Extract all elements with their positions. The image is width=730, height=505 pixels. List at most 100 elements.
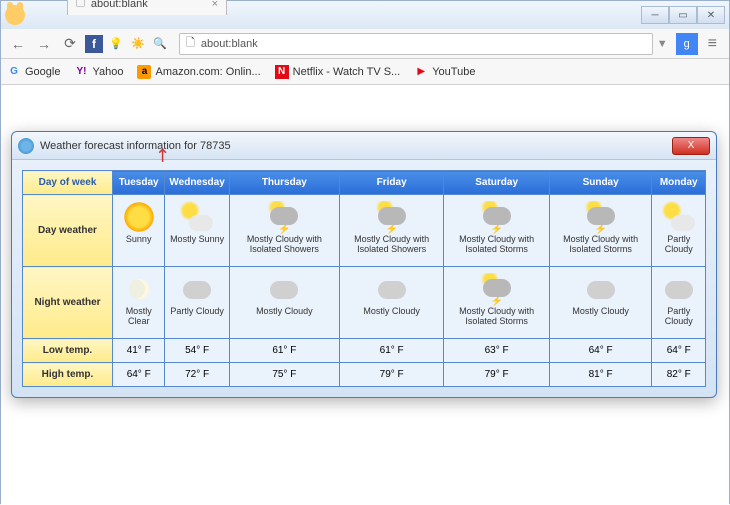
globe-icon: [18, 138, 34, 154]
storm-icon: [479, 273, 515, 305]
temp-cell: 63° F: [444, 339, 549, 363]
omnibox-dropdown-icon[interactable]: ▼: [657, 38, 668, 50]
bookmark-yahoo[interactable]: Y! Yahoo: [74, 65, 123, 79]
dialog-title: Weather forecast information for 78735: [40, 140, 231, 152]
browser-window: 🗋 about:blank × ─ ▭ ✕ ← → ⟳ f 💡 ☀️ 🔍 🗋 a…: [0, 0, 730, 504]
row-header: Day weather: [23, 195, 113, 267]
temp-cell: 72° F: [165, 363, 229, 387]
day-header: Friday: [339, 171, 444, 195]
weather-label: Mostly Cloudy with Isolated Showers: [232, 235, 337, 255]
facebook-extension-icon[interactable]: f: [85, 35, 103, 53]
weather-cell: Mostly Cloudy: [229, 267, 339, 339]
forward-button[interactable]: →: [33, 33, 55, 55]
page-icon: 🗋: [76, 0, 85, 13]
bookmark-netflix[interactable]: N Netflix - Watch TV S...: [275, 65, 401, 79]
storm-icon: [583, 201, 619, 233]
reload-button[interactable]: ⟳: [59, 33, 81, 55]
temp-cell: 79° F: [339, 363, 444, 387]
day-header: Sunday: [549, 171, 652, 195]
table-header-row: Day of week Tuesday Wednesday Thursday F…: [23, 171, 706, 195]
weather-label: Mostly Sunny: [167, 235, 226, 245]
storm-icon: [266, 201, 302, 233]
weather-extension-icon[interactable]: ☀️: [129, 35, 147, 53]
day-header: Saturday: [444, 171, 549, 195]
window-controls: ─ ▭ ✕: [641, 6, 725, 24]
weather-dialog: Weather forecast information for 78735 X…: [11, 131, 717, 398]
temp-cell: 81° F: [549, 363, 652, 387]
google-icon: G: [7, 65, 21, 79]
weather-cell: Mostly Cloudy with Isolated Storms: [444, 195, 549, 267]
netflix-icon: N: [275, 65, 289, 79]
address-value: about:blank: [201, 38, 258, 50]
corner-header: Day of week: [23, 171, 113, 195]
weather-label: Mostly Clear: [115, 307, 162, 327]
bookmark-label: Google: [25, 66, 60, 78]
day-weather-row: Day weather Sunny Mostly Sunny Mostly Cl…: [23, 195, 706, 267]
cloudy-icon: [266, 273, 302, 305]
weather-label: Partly Cloudy: [654, 235, 703, 255]
bookmark-label: Yahoo: [92, 66, 123, 78]
mostly-sunny-icon: [179, 201, 215, 233]
day-header: Wednesday: [165, 171, 229, 195]
weather-label: Partly Cloudy: [167, 307, 226, 317]
zoom-extension-icon[interactable]: 🔍: [151, 35, 169, 53]
close-window-button[interactable]: ✕: [697, 6, 725, 24]
high-temp-row: High temp. 64° F 72° F 75° F 79° F 79° F…: [23, 363, 706, 387]
day-header: Tuesday: [113, 171, 165, 195]
weather-cell: Mostly Cloudy: [339, 267, 444, 339]
bookmark-google[interactable]: G Google: [7, 65, 60, 79]
weather-label: Mostly Cloudy: [342, 307, 442, 317]
cloudy-icon: [374, 273, 410, 305]
cloudy-icon: [179, 273, 215, 305]
weather-cell: Partly Cloudy: [165, 267, 229, 339]
day-header: Thursday: [229, 171, 339, 195]
storm-icon: [374, 201, 410, 233]
browser-tab[interactable]: 🗋 about:blank ×: [67, 0, 227, 15]
bookmark-amazon[interactable]: a Amazon.com: Onlin...: [137, 65, 260, 79]
close-tab-icon[interactable]: ×: [212, 0, 218, 10]
weather-cell: Mostly Clear: [113, 267, 165, 339]
weather-label: Mostly Cloudy with Isolated Showers: [342, 235, 442, 255]
bookmark-youtube[interactable]: ▶ YouTube: [414, 65, 475, 79]
row-header: Night weather: [23, 267, 113, 339]
temp-cell: 64° F: [113, 363, 165, 387]
weather-label: Sunny: [115, 235, 162, 245]
day-header: Monday: [652, 171, 706, 195]
row-header: High temp.: [23, 363, 113, 387]
cat-icon: [5, 5, 25, 25]
weather-cell: Mostly Cloudy with Isolated Showers: [339, 195, 444, 267]
temp-cell: 61° F: [339, 339, 444, 363]
weather-label: Partly Cloudy: [654, 307, 703, 327]
menu-button[interactable]: ≡: [702, 35, 723, 53]
lightbulb-extension-icon[interactable]: 💡: [107, 35, 125, 53]
amazon-icon: a: [137, 65, 151, 79]
weather-table: Day of week Tuesday Wednesday Thursday F…: [22, 170, 706, 387]
content-area: ↗ Weather forecast information for 78735…: [1, 85, 729, 505]
sunny-icon: [121, 201, 157, 233]
weather-label: Mostly Cloudy with Isolated Storms: [552, 235, 650, 255]
weather-cell: Mostly Cloudy with Isolated Showers: [229, 195, 339, 267]
dialog-close-button[interactable]: X: [672, 137, 710, 155]
tab-title: about:blank: [91, 0, 148, 10]
tabstrip: 🗋 about:blank ×: [31, 0, 227, 15]
titlebar: 🗋 about:blank × ─ ▭ ✕: [1, 1, 729, 29]
bookmarks-bar: G Google Y! Yahoo a Amazon.com: Onlin...…: [1, 59, 729, 85]
temp-cell: 61° F: [229, 339, 339, 363]
temp-cell: 64° F: [652, 339, 706, 363]
temp-cell: 41° F: [113, 339, 165, 363]
address-bar[interactable]: 🗋 about:blank: [179, 33, 653, 55]
maximize-button[interactable]: ▭: [669, 6, 697, 24]
temp-cell: 75° F: [229, 363, 339, 387]
cloudy-icon: [661, 273, 697, 305]
storm-icon: [479, 201, 515, 233]
row-header: Low temp.: [23, 339, 113, 363]
minimize-button[interactable]: ─: [641, 6, 669, 24]
weather-cell: Partly Cloudy: [652, 195, 706, 267]
weather-cell: Sunny: [113, 195, 165, 267]
toolbar: ← → ⟳ f 💡 ☀️ 🔍 🗋 about:blank ▼ g ≡: [1, 29, 729, 59]
weather-label: Mostly Cloudy with Isolated Storms: [446, 235, 546, 255]
back-button[interactable]: ←: [7, 33, 29, 55]
cloudy-icon: [583, 273, 619, 305]
weather-label: Mostly Cloudy: [552, 307, 650, 317]
google-search-button[interactable]: g: [676, 33, 698, 55]
